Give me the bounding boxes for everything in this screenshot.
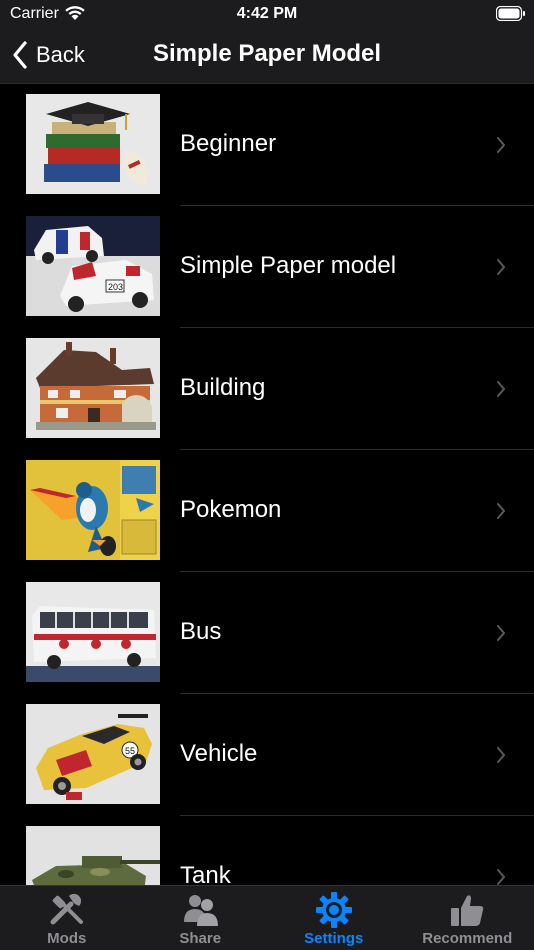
svg-text:55: 55 xyxy=(125,746,135,756)
race-car-thumbnail: 55 xyxy=(26,704,160,804)
house-thumbnail xyxy=(26,338,160,438)
navigation-bar: Back Simple Paper Model xyxy=(0,28,534,84)
list-item-label: Pokemon xyxy=(180,496,282,523)
rally-cars-thumbnail: 203 xyxy=(26,216,160,316)
tab-label: Mods xyxy=(47,930,87,947)
back-button[interactable]: Back xyxy=(12,38,85,72)
list-item-label: Beginner xyxy=(180,130,277,157)
list-item-label: Vehicle xyxy=(180,740,258,767)
list-item-simple-paper-model[interactable]: 203 Simple Paper model xyxy=(0,206,534,328)
toucan-pokemon-thumbnail xyxy=(26,460,160,560)
back-label: Back xyxy=(36,42,85,67)
chevron-right-icon xyxy=(497,503,505,519)
chevron-right-icon xyxy=(497,869,505,885)
tab-settings[interactable]: Settings xyxy=(267,886,401,950)
battery-icon xyxy=(496,6,525,21)
tab-label: Share xyxy=(179,930,222,947)
chevron-right-icon xyxy=(497,747,505,763)
tab-label: Settings xyxy=(304,930,364,947)
category-list: Beginner 203 Simple Paper model Building… xyxy=(0,84,534,886)
tab-recommend[interactable]: Recommend xyxy=(401,886,534,950)
tank-thumbnail xyxy=(26,826,160,886)
list-item-tank[interactable]: Tank xyxy=(0,816,534,886)
tab-label: Recommend xyxy=(422,930,513,947)
list-item-label: Building xyxy=(180,374,266,401)
tab-share[interactable]: Share xyxy=(134,886,268,950)
chevron-right-icon xyxy=(497,625,505,641)
list-item-building[interactable]: Building xyxy=(0,328,534,450)
list-item-bus[interactable]: Bus xyxy=(0,572,534,694)
tools-icon xyxy=(50,893,83,925)
tab-mods[interactable]: Mods xyxy=(0,886,134,950)
chevron-left-icon xyxy=(13,41,27,69)
list-item-label: Bus xyxy=(180,618,222,645)
tab-bar: Mods Share Settings Recommend xyxy=(0,885,534,950)
gear-icon xyxy=(315,892,352,928)
list-item-vehicle[interactable]: 55 Vehicle xyxy=(0,694,534,816)
svg-text:203: 203 xyxy=(108,282,123,292)
list-item-label: Tank xyxy=(180,862,231,886)
list-item-label: Simple Paper model xyxy=(180,252,397,279)
chevron-right-icon xyxy=(497,381,505,397)
users-icon xyxy=(184,895,219,926)
status-time: 4:42 PM xyxy=(236,5,298,22)
chevron-right-icon xyxy=(497,137,505,153)
status-bar: Carrier 4:42 PM xyxy=(0,0,534,28)
list-item-pokemon[interactable]: Pokemon xyxy=(0,450,534,572)
bus-thumbnail xyxy=(26,582,160,682)
thumbs-up-icon xyxy=(451,895,484,926)
books-graduation-cap-thumbnail xyxy=(26,94,160,194)
chevron-right-icon xyxy=(497,259,505,275)
list-item-beginner[interactable]: Beginner xyxy=(0,84,534,206)
